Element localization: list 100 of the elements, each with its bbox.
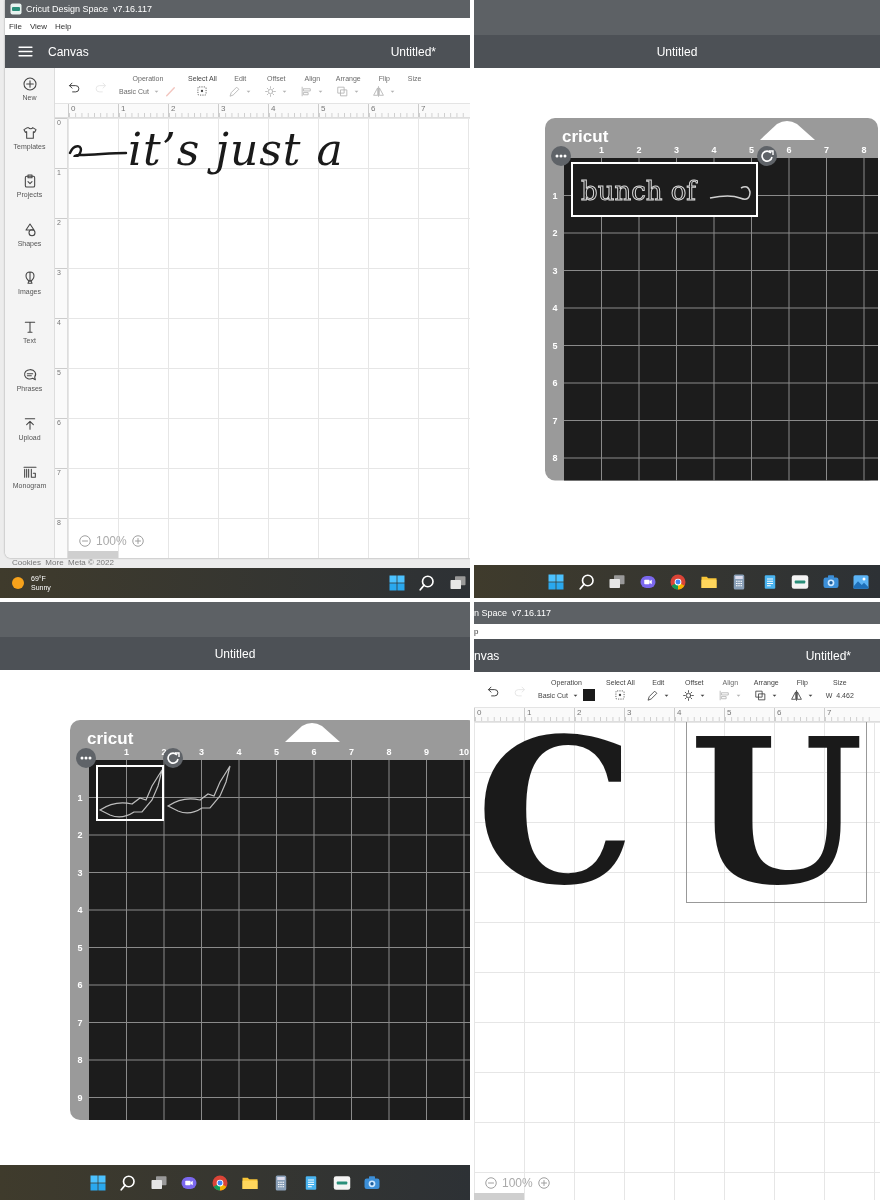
monogram-icon: [21, 464, 38, 480]
ruler-number: 4: [677, 708, 682, 717]
search-icon[interactable]: [418, 574, 436, 592]
ruler-number: 4: [552, 303, 558, 313]
camera-icon[interactable]: [363, 1173, 382, 1192]
footer-text: Cookies More Meta © 2022: [11, 558, 115, 568]
window-title: n Space v7.16.117: [474, 608, 551, 618]
ruler-number: 4: [711, 145, 717, 155]
ruler-number: 3: [221, 104, 226, 113]
ruler-number: 8: [386, 747, 392, 757]
app-tile-icon[interactable]: [332, 1173, 351, 1192]
start-icon[interactable]: [547, 572, 565, 591]
ruler-number: 1: [124, 747, 129, 757]
swash-flourish: [68, 142, 128, 157]
mat-guide-shape: [760, 121, 815, 140]
mat-logo: cricut: [562, 127, 609, 146]
ruler-number: 4: [271, 104, 276, 113]
ruler-number: 0: [71, 104, 76, 113]
menu-item[interactable]: File: [9, 22, 22, 31]
select-all-icon: [613, 688, 628, 702]
ruler-number: 2: [577, 708, 582, 717]
flip-icon: [371, 84, 385, 98]
flip-icon: [789, 688, 803, 702]
camera-icon[interactable]: [821, 572, 840, 591]
select-all-icon: [195, 84, 210, 98]
ruler-number: 5: [727, 708, 732, 717]
overlapping-windows-icon[interactable]: [149, 1173, 168, 1192]
ruler-number: 0: [477, 708, 482, 717]
arrange-icon: [335, 84, 349, 98]
mat-logo: cricut: [87, 729, 134, 748]
start-icon[interactable]: [88, 1173, 107, 1192]
scrollbar[interactable]: [474, 1193, 524, 1200]
ruler-number: 6: [552, 378, 558, 388]
scrollbar[interactable]: [68, 551, 118, 558]
search-icon[interactable]: [119, 1173, 138, 1192]
zoom-level: 100%: [96, 534, 127, 548]
mat-guide-shape: [285, 723, 340, 742]
swash-flourish: [709, 185, 751, 200]
ruler-number: 2: [77, 830, 83, 840]
app-tile-icon[interactable]: [791, 572, 809, 591]
undo-icon[interactable]: [486, 684, 501, 699]
ruler-number: 8: [77, 1055, 83, 1065]
browser-icon[interactable]: [669, 572, 687, 591]
speech-bubble-icon: [21, 367, 38, 383]
ruler-number: 8: [552, 453, 558, 463]
selection-box[interactable]: [571, 162, 758, 217]
ruler-number: 5: [77, 942, 83, 953]
ruler-number: 5: [749, 145, 754, 155]
ruler-number: 3: [199, 747, 204, 757]
menu-item[interactable]: Help: [55, 22, 72, 31]
menu-item[interactable]: View: [29, 22, 48, 31]
section-title: nvas: [474, 648, 500, 663]
ruler-number: 4: [236, 747, 242, 757]
outline-text: bunch of: [581, 176, 696, 206]
ruler-number: 3: [552, 265, 558, 276]
ruler-number: 1: [552, 190, 558, 201]
arrange-icon: [753, 688, 767, 702]
pencil-icon: [227, 84, 241, 98]
overlapping-windows-icon[interactable]: [608, 572, 626, 591]
ruler-number: 1: [77, 792, 83, 803]
more-options-icon[interactable]: [76, 748, 96, 768]
ruler-number: 2: [636, 145, 642, 155]
ruler-number: 2: [552, 228, 558, 238]
browser-icon[interactable]: [210, 1173, 229, 1192]
overlapping-windows-icon[interactable]: [448, 574, 467, 592]
ruler-number: 4: [77, 905, 83, 915]
align-icon: [717, 688, 731, 702]
document-title: Untitled*: [805, 648, 851, 663]
shirt-icon: [21, 124, 38, 141]
menu-icon[interactable]: [17, 43, 34, 60]
undo-icon[interactable]: [67, 80, 82, 95]
pencil-icon: [645, 688, 659, 702]
ruler-number: 1: [599, 145, 604, 155]
sun-icon[interactable]: [10, 575, 26, 591]
ruler-number: 7: [827, 708, 832, 717]
ruler-number: 3: [674, 145, 679, 155]
offset-icon: [681, 688, 695, 702]
ruler-number: 3: [77, 867, 83, 878]
more-options-icon[interactable]: [551, 146, 571, 166]
ruler-number: 10: [459, 747, 469, 757]
menu-item[interactable]: p: [474, 627, 479, 636]
align-icon: [299, 84, 313, 98]
section-title: Canvas: [48, 44, 89, 59]
ruler-number: 7: [824, 145, 829, 155]
start-icon[interactable]: [387, 574, 406, 592]
ruler-number: 6: [77, 980, 83, 990]
search-icon[interactable]: [577, 572, 596, 591]
letter-shape[interactable]: C: [474, 722, 638, 902]
ruler-number: 1: [527, 708, 532, 717]
ruler-number: 7: [349, 747, 354, 757]
picture-icon[interactable]: [852, 572, 870, 591]
ruler-number: 6: [311, 747, 317, 757]
ruler-number: 5: [274, 747, 279, 757]
offset-icon: [263, 84, 277, 98]
plus-circle-icon: [21, 76, 38, 92]
ruler-number: 3: [627, 708, 632, 717]
ruler-number: 6: [371, 104, 376, 113]
document-title: Untitled: [214, 646, 256, 661]
rotate-icon[interactable]: [163, 748, 183, 768]
rotate-icon[interactable]: [757, 146, 777, 166]
